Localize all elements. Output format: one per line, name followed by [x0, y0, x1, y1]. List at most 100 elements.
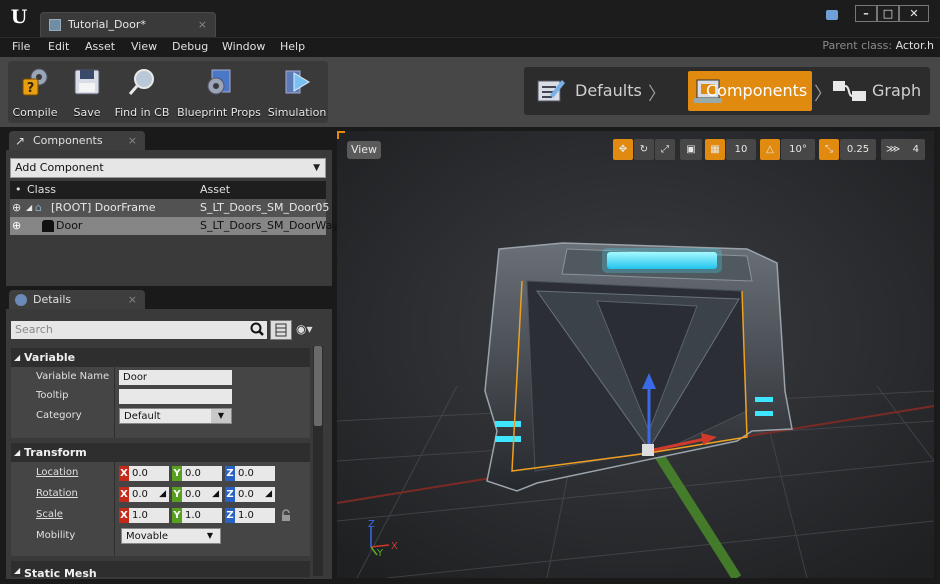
rotate-mode-button[interactable]: ↻: [634, 139, 654, 160]
defaults-icon: [537, 80, 565, 102]
mobility-dropdown[interactable]: Movable ▼: [121, 528, 221, 544]
move-gizmo-icon: ⊕: [12, 219, 22, 232]
menu-file[interactable]: File: [12, 40, 30, 53]
spin-arrows-icon[interactable]: ◢: [265, 487, 272, 502]
view-options-button[interactable]: View: [347, 141, 381, 159]
scale-x-field[interactable]: 1.0: [129, 508, 169, 523]
scene-root-icon: ⌂: [35, 201, 42, 214]
expand-arrow-icon[interactable]: ◢: [26, 199, 32, 217]
scale-snap-value[interactable]: 0.25: [840, 139, 876, 160]
scale-label[interactable]: Scale: [36, 509, 63, 520]
menu-help[interactable]: Help: [280, 40, 305, 53]
axis-indicator-x: X: [391, 541, 398, 552]
details-search-input[interactable]: Search: [11, 321, 267, 339]
viewport[interactable]: Z X Y: [337, 131, 934, 578]
menu-edit[interactable]: Edit: [48, 40, 69, 53]
component-asset: S_LT_Doors_SM_DoorWay(: [200, 219, 344, 232]
collapse-arrow-icon: ◢: [14, 448, 21, 457]
rotation-y-field[interactable]: 0.0 ◢: [182, 487, 222, 502]
tooltip-field[interactable]: [119, 389, 232, 404]
compile-button[interactable]: ? Compile: [10, 61, 60, 123]
translate-mode-button[interactable]: ✥: [613, 139, 633, 160]
component-tree-header: • Class Asset: [10, 181, 326, 199]
section-variable-header[interactable]: ◢ Variable: [11, 348, 310, 367]
close-window-button[interactable]: ✕: [899, 5, 929, 22]
save-button[interactable]: Save: [64, 61, 110, 123]
eye-visibility-icon[interactable]: ◉▾: [296, 322, 313, 336]
blueprint-props-button[interactable]: Blueprint Props: [177, 61, 261, 123]
rotation-label[interactable]: Rotation: [36, 488, 78, 499]
maximize-button[interactable]: □: [877, 5, 899, 22]
simulation-label: Simulation: [267, 106, 327, 119]
property-matrix-button[interactable]: [270, 320, 292, 340]
menu-debug[interactable]: Debug: [172, 40, 208, 53]
location-label[interactable]: Location: [36, 467, 78, 478]
rotation-snap-toggle[interactable]: △: [760, 139, 780, 160]
location-x-field[interactable]: 0.0: [129, 466, 169, 481]
rotation-snap-value[interactable]: 10°: [781, 139, 815, 160]
lock-icon[interactable]: [280, 509, 292, 522]
document-tab-close-icon[interactable]: ×: [198, 18, 207, 31]
find-icon: [128, 69, 154, 95]
menu-asset[interactable]: Asset: [85, 40, 115, 53]
grid-snap-value[interactable]: 10: [726, 139, 756, 160]
spin-arrows-icon[interactable]: ◢: [159, 487, 166, 502]
find-in-cb-button[interactable]: Find in CB: [113, 61, 171, 123]
sort-dot-icon: •: [15, 183, 22, 196]
chevron-down-icon: ▼: [206, 531, 214, 540]
section-transform-header[interactable]: ◢ Transform: [11, 443, 310, 462]
minimize-button[interactable]: –: [855, 5, 877, 22]
camera-speed-value: 4: [912, 144, 919, 155]
component-row-door[interactable]: ⊕ Door S_LT_Doors_SM_DoorWay(: [10, 217, 343, 235]
mode-defaults-button[interactable]: Defaults: [532, 67, 644, 115]
document-tab[interactable]: Tutorial_Door* ×: [40, 12, 216, 37]
mode-chevron-icon: 〉: [648, 84, 666, 105]
tab-close-icon[interactable]: ×: [128, 290, 137, 310]
scale-z-field[interactable]: 1.0: [235, 508, 275, 523]
scale-mode-button[interactable]: ⤢: [655, 139, 675, 160]
mode-components-label: Components: [706, 81, 808, 100]
category-dropdown[interactable]: Default ▼: [119, 408, 232, 424]
location-z-field[interactable]: 0.0: [235, 466, 275, 481]
grid-icon: ▦: [710, 144, 720, 155]
compile-label: Compile: [12, 106, 58, 119]
search-icon[interactable]: [250, 322, 264, 336]
mode-components-button[interactable]: Components: [688, 71, 812, 111]
translate-icon: ✥: [618, 144, 628, 155]
component-class: Door: [56, 219, 83, 232]
simulation-button[interactable]: Simulation: [266, 61, 328, 123]
section-variable-title: Variable: [24, 351, 76, 364]
add-component-dropdown[interactable]: Add Component ▼: [10, 158, 326, 178]
variable-name-label: Variable Name: [36, 371, 110, 382]
spin-arrows-icon[interactable]: ◢: [212, 487, 219, 502]
axis-y-tag: Y: [172, 466, 182, 481]
collapse-arrow-icon: ◢: [14, 353, 21, 362]
tab-details[interactable]: Details ×: [9, 290, 145, 310]
menu-view[interactable]: View: [131, 40, 157, 53]
column-class[interactable]: Class: [27, 181, 56, 199]
scale-snap-toggle[interactable]: ⤡: [819, 139, 839, 160]
chevron-down-icon: ▼: [313, 163, 320, 173]
grid-snap-toggle[interactable]: ▦: [705, 139, 725, 160]
section-static-mesh-header[interactable]: ◢ Static Mesh: [11, 561, 310, 577]
section-static-mesh-title: Static Mesh: [24, 567, 97, 577]
unreal-logo-icon[interactable]: U: [6, 4, 32, 30]
rotation-z-field[interactable]: 0.0 ◢: [235, 487, 275, 502]
axis-z-tag: Z: [225, 487, 235, 502]
mode-graph-button[interactable]: Graph: [830, 67, 926, 115]
location-y-field[interactable]: 0.0: [182, 466, 222, 481]
details-scrollbar-thumb[interactable]: [314, 346, 322, 426]
camera-speed-button[interactable]: ⋙ 4: [881, 139, 925, 160]
tab-close-icon[interactable]: ×: [128, 131, 137, 151]
component-row-root[interactable]: ⊕ ◢ ⌂ [ROOT] DoorFrame S_LT_Doors_SM_Doo…: [10, 199, 329, 217]
coordinate-space-button[interactable]: ▣: [680, 139, 702, 160]
parent-class-info: Parent class: Actor.h: [822, 39, 934, 52]
parent-class-label: Parent class:: [822, 39, 893, 52]
chat-bubble-icon[interactable]: [826, 10, 838, 20]
scale-y-field[interactable]: 1.0: [182, 508, 222, 523]
menu-window[interactable]: Window: [222, 40, 265, 53]
variable-name-field[interactable]: Door: [119, 370, 232, 385]
rotation-x-field[interactable]: 0.0 ◢: [129, 487, 169, 502]
column-asset[interactable]: Asset: [200, 181, 230, 199]
tab-components[interactable]: ↗ Components ×: [9, 131, 145, 151]
